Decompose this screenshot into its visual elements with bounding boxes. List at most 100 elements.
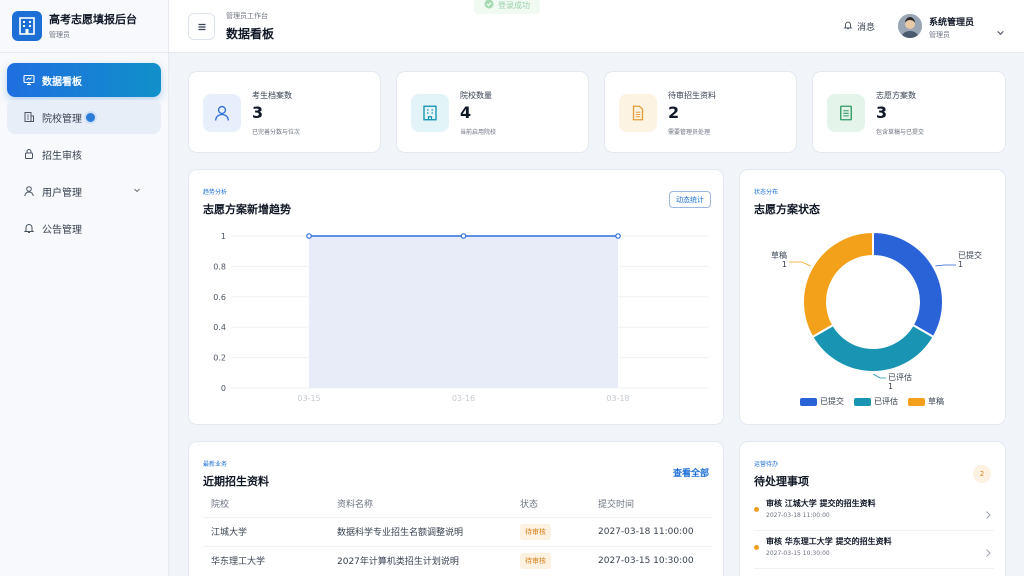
sidebar-item-admissions[interactable]: 招生审核 [7,137,161,171]
y-tick-label: 0 [221,384,226,393]
todo-item[interactable]: 审核 江城大学 提交的招生资料 2027-03-18 11:00:00 [754,495,994,531]
sidebar-item-announcements[interactable]: 公告管理 [7,211,161,245]
table-row[interactable]: 江城大学 数据科学专业招生名额调整说明 待审核 2027-03-18 11:00… [203,516,713,546]
todo-item[interactable]: 审核 华东理工大学 提交的招生资料 2027-03-15 10:30:00 [754,533,994,569]
view-all-link[interactable]: 查看全部 [673,466,709,479]
area-fill [309,236,618,388]
leader-line [789,261,811,267]
building-icon [411,94,449,132]
avatar[interactable] [898,14,922,38]
slice-value: 1 [782,260,787,269]
stat-note: 当前启用院校 [460,129,497,136]
cell-name: 数据科学专业招生名额调整说明 [329,516,512,546]
sidebar-item-label: 数据看板 [42,76,82,88]
x-tick-label: 03-15 [297,394,320,403]
data-point [306,233,312,239]
lock-icon [22,147,36,161]
sidebar-item-label: 招生审核 [42,150,82,162]
x-tick-label: 03-16 [452,394,475,403]
recent-admissions-card: 最新业务 近期招生资料 查看全部 院校 资料名称 状态 提交时间 江城大学 数据… [188,441,724,576]
stat-card-plans[interactable]: 志愿方案数 3 包含草稿与已提交 [812,71,1006,153]
column-header[interactable]: 状态 [512,491,590,517]
sidebar-item-label: 院校管理 [42,113,82,125]
stat-value: 4 [460,103,472,122]
user-role: 管理员 [929,31,950,39]
status-dot [754,507,759,512]
data-point [615,233,621,239]
column-header[interactable]: 提交时间 [590,491,713,517]
sidebar-item-label: 公告管理 [42,224,82,236]
status-chart-card: 状态分布 志愿方案状态 已提交 1 已评估 1 草稿 1 已提交 已评估 草稿 [739,169,1006,425]
trend-chart: 1 0.8 0.6 0.4 0.2 0 03-15 03-16 03-18 [213,232,709,403]
column-header[interactable]: 院校 [203,491,329,517]
sidebar-item-schools[interactable]: 院校管理 [7,100,161,134]
menu-icon [198,23,205,30]
check-circle-icon [484,0,494,11]
section-subtitle: 最新业务 [203,461,228,468]
building-icon [22,110,36,124]
stat-label: 志愿方案数 [876,91,916,100]
legend-item[interactable]: 已评估 [854,396,898,407]
toast-text: 登录成功 [498,0,530,10]
stat-value: 3 [876,103,888,122]
legend-item[interactable]: 草稿 [908,396,944,407]
donut-slice [872,230,944,339]
slice-label: 已评估 [888,372,912,382]
sidebar-item-dashboard[interactable]: 数据看板 [7,63,161,97]
chevron-right-icon [984,505,992,524]
page-title: 数据看板 [226,27,275,41]
y-tick-label: 1 [221,232,226,241]
bell-icon [22,221,36,235]
brand-title: 高考志愿填报后台 [49,12,137,26]
stat-card-pending[interactable]: 待审招生资料 2 需要管理员处理 [604,71,797,153]
sidebar-item-label: 用户管理 [42,187,82,199]
x-tick-label: 03-18 [606,394,629,403]
cursor-indicator [84,111,97,124]
todo-title: 审核 江城大学 提交的招生资料 [766,499,876,508]
section-subtitle: 运营待办 [754,461,779,468]
sidebar-item-users[interactable]: 用户管理 [7,174,161,208]
messages-label: 消息 [857,23,876,33]
chevron-down-icon[interactable] [996,22,1005,41]
status-badge: 待审核 [520,523,551,540]
column-header[interactable]: 资料名称 [329,491,512,517]
y-tick-label: 0.6 [213,293,226,302]
stat-note: 包含草稿与已提交 [876,129,925,136]
stat-note: 需要管理员处理 [668,129,711,136]
stat-value: 3 [252,103,264,122]
donut-slice [802,230,874,339]
stat-note: 已完善分数与位次 [252,129,301,136]
section-title: 待处理事项 [754,475,809,488]
slice-label: 草稿 [771,250,787,260]
y-tick-label: 0.4 [213,323,226,332]
bell-icon [843,20,853,33]
status-badge: 待审核 [520,552,551,569]
document-icon [619,94,657,132]
cell-time: 2027-03-15 10:30:00 [590,545,713,575]
stat-label: 院校数量 [460,91,492,100]
data-point [460,233,467,239]
stat-label: 待审招生资料 [668,91,716,100]
messages-button[interactable]: 消息 [843,20,875,33]
stat-card-students[interactable]: 考生档案数 3 已完善分数与位次 [188,71,381,153]
table-row[interactable]: 华东理工大学 2027年计算机类招生计划说明 待审核 2027-03-15 10… [203,545,713,575]
menu-toggle-button[interactable] [188,13,215,40]
slice-value: 1 [958,260,963,269]
cell-time: 2027-03-18 11:00:00 [590,516,713,546]
cell-school: 江城大学 [203,516,329,546]
cell-school: 华东理工大学 [203,545,329,575]
status-donut-chart: 已提交1已评估1草稿1 [771,230,982,391]
y-tick-label: 0.8 [213,262,226,271]
trend-chart-card: 趋势分析 志愿方案新增趋势 动态统计 1 0.8 0.6 0.4 0.2 0 03-15 03… [188,169,724,425]
user-icon [203,94,241,132]
todo-count-badge: 2 [973,465,991,483]
stat-card-schools[interactable]: 院校数量 4 当前启用院校 [396,71,589,153]
logo-icon [12,11,42,41]
status-dot [754,545,759,550]
legend-item[interactable]: 已提交 [800,396,844,407]
success-toast: 登录成功 [474,0,540,14]
table-header-row: 院校 资料名称 状态 提交时间 [203,491,713,517]
stat-label: 考生档案数 [252,91,292,100]
leader-line [872,373,886,379]
admissions-table: 院校 资料名称 状态 提交时间 江城大学 数据科学专业招生名额调整说明 待审核 … [203,491,713,575]
